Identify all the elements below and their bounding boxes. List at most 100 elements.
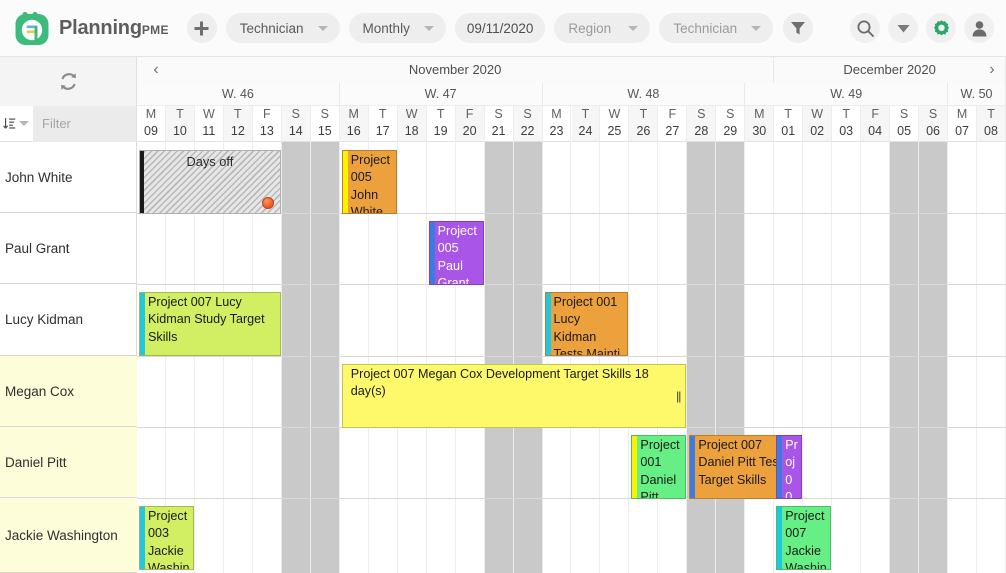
weekend-column[interactable] [716, 142, 746, 573]
resource-row-label[interactable]: Jackie Washington [0, 498, 137, 573]
resource-row-label[interactable]: Daniel Pitt [0, 427, 137, 498]
more-dropdown-button[interactable] [888, 13, 918, 43]
gear-icon [933, 19, 949, 35]
day-header-cell[interactable]: T 08 [977, 106, 1006, 142]
day-header-cell[interactable]: W 11 [194, 106, 224, 142]
event-bar[interactable]: Project 001 Lucy Kidman Tests Mainti [544, 292, 629, 356]
day-header-cell[interactable]: S 21 [484, 106, 514, 142]
day-header-cell[interactable]: W 02 [803, 106, 833, 142]
day-column[interactable] [398, 142, 427, 573]
settings-button[interactable] [926, 13, 956, 43]
date-input[interactable]: 09/11/2020 [454, 13, 546, 43]
event-bar[interactable]: Proj 001 Dan Pitt [776, 435, 803, 499]
day-number-label: 03 [839, 124, 854, 138]
prev-period-button[interactable]: ‹ [144, 57, 168, 83]
day-header-cell[interactable]: S 28 [687, 106, 717, 142]
weekend-column[interactable] [890, 142, 920, 573]
day-header-cell[interactable]: T 26 [629, 106, 659, 142]
day-header-cell[interactable]: S 22 [513, 106, 543, 142]
day-header-cell[interactable]: S 15 [310, 106, 340, 142]
day-header-cell[interactable]: T 19 [426, 106, 456, 142]
add-button[interactable] [186, 13, 217, 43]
day-header-cell[interactable]: S 06 [919, 106, 949, 142]
filter-placeholder: Filter [42, 116, 71, 131]
day-column[interactable] [543, 142, 572, 573]
day-header-cell[interactable]: M 07 [948, 106, 978, 142]
event-bar[interactable]: Project 001 Daniel Pitt [631, 435, 687, 499]
day-column[interactable] [572, 142, 601, 573]
day-header-cell[interactable]: M 09 [137, 106, 166, 142]
day-header-cell[interactable]: W 25 [600, 106, 630, 142]
day-header-cell[interactable]: T 10 [165, 106, 195, 142]
day-number-label: 07 [955, 124, 969, 138]
weekend-column[interactable] [687, 142, 717, 573]
event-bar[interactable]: Project 007 Lucy Kidman Study Target Ski… [139, 292, 281, 356]
day-column[interactable] [745, 142, 775, 573]
chevron-down-icon [19, 121, 29, 126]
app-logo[interactable]: PlanningPME [14, 10, 169, 46]
day-header-cell[interactable]: M 16 [339, 106, 369, 142]
day-header-cell[interactable]: T 03 [832, 106, 862, 142]
sort-button[interactable] [3, 116, 29, 131]
day-header-cell[interactable]: T 01 [774, 106, 804, 142]
event-bar[interactable]: Project 005 Paul Grant Installati [428, 221, 484, 285]
event-text: Proj 001 Dan Pitt [785, 438, 798, 499]
weekend-column[interactable] [281, 142, 311, 573]
weekend-column[interactable] [513, 142, 543, 573]
day-number-label: 06 [926, 124, 941, 138]
event-bar[interactable]: Project 007 Megan Cox Development Target… [341, 364, 687, 428]
resource-type-select[interactable]: Technician [225, 13, 340, 43]
search-button[interactable] [850, 13, 880, 43]
day-header-cell[interactable]: T 24 [571, 106, 601, 142]
day-header-cell[interactable]: S 05 [890, 106, 920, 142]
user-account-button[interactable] [964, 13, 994, 43]
event-category-stripe [545, 293, 551, 355]
day-header-cell[interactable]: F 04 [861, 106, 891, 142]
region-select[interactable]: Region [554, 13, 651, 43]
refresh-button[interactable] [0, 57, 137, 106]
weekend-column[interactable] [484, 142, 514, 573]
technician-select[interactable]: Technician [659, 13, 774, 43]
day-column[interactable] [456, 142, 485, 573]
day-number-label: 21 [491, 124, 506, 138]
next-period-button[interactable]: › [980, 57, 1004, 83]
day-number-label: 30 [752, 124, 767, 138]
week-label: W. 47 [339, 83, 543, 106]
resource-row-label[interactable]: John White [0, 142, 137, 213]
day-header-cell[interactable]: W 18 [397, 106, 427, 142]
day-header-cell[interactable]: F 20 [455, 106, 485, 142]
schedule-grid[interactable]: Days off Project 005 John White Tests Proj… [137, 142, 1006, 573]
day-header-cell[interactable]: S 29 [716, 106, 746, 142]
event-resize-handle[interactable]: || [676, 389, 681, 403]
day-header-cell[interactable]: T 12 [223, 106, 253, 142]
day-column[interactable] [977, 142, 1006, 573]
day-column[interactable] [658, 142, 688, 573]
event-bar[interactable]: Project 005 John White Tests [341, 150, 397, 214]
view-mode-select[interactable]: Monthly [348, 13, 446, 43]
weekend-column[interactable] [310, 142, 340, 573]
day-column[interactable] [600, 142, 630, 573]
days-off-block[interactable]: Days off [139, 150, 281, 214]
weekend-column[interactable] [919, 142, 949, 573]
day-header-cell[interactable]: M 30 [745, 106, 775, 142]
day-header-cell[interactable]: F 13 [252, 106, 282, 142]
resource-row-label[interactable]: Megan Cox [0, 356, 137, 427]
day-of-week-label: W [811, 107, 824, 121]
event-bar[interactable]: Project 007 Jackie Washingt [776, 506, 832, 570]
day-column[interactable] [948, 142, 978, 573]
day-column[interactable] [861, 142, 891, 573]
day-header-cell[interactable]: M 23 [542, 106, 572, 142]
day-header-cell[interactable]: F 27 [658, 106, 688, 142]
day-column[interactable] [629, 142, 659, 573]
day-number-label: 13 [259, 124, 274, 138]
day-header-cell[interactable]: S 14 [281, 106, 311, 142]
resource-row-label[interactable]: Lucy Kidman [0, 284, 137, 356]
resource-row-label[interactable]: Paul Grant [0, 213, 137, 284]
event-bar[interactable]: Project 003 Jackie Washingt [139, 506, 194, 570]
day-column[interactable] [832, 142, 862, 573]
filter-button[interactable] [783, 13, 814, 43]
filter-input[interactable]: Filter [33, 105, 136, 142]
day-column[interactable] [427, 142, 456, 573]
days-off-status-badge[interactable] [261, 197, 274, 209]
day-header-cell[interactable]: T 17 [368, 106, 398, 142]
